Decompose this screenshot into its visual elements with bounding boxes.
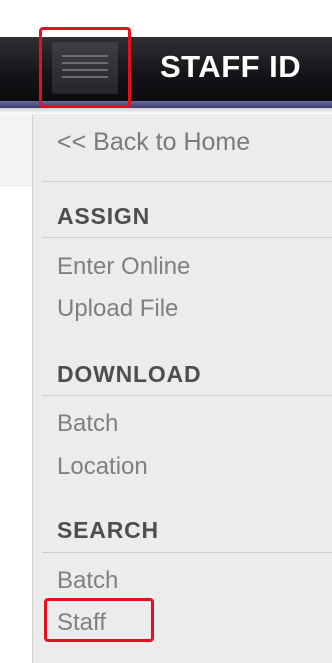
sidebar-divider [42, 395, 332, 396]
sidebar-item-download-batch[interactable]: Batch [57, 410, 118, 438]
sidebar-item-search-batch[interactable]: Batch [57, 567, 118, 595]
sidebar-item-upload-file[interactable]: Upload File [57, 295, 178, 323]
back-to-home-link[interactable]: << Back to Home [57, 128, 250, 157]
menu-button-highlight [39, 27, 131, 108]
section-title-assign: ASSIGN [57, 203, 150, 229]
page-title: STAFF ID [160, 49, 302, 84]
sidebar-left-strip [0, 114, 32, 187]
sidebar-divider [42, 237, 332, 238]
sidebar-item-download-location[interactable]: Location [57, 453, 148, 481]
section-title-download: DOWNLOAD [57, 361, 202, 387]
section-title-search: SEARCH [57, 517, 159, 543]
sidebar-divider [42, 552, 332, 553]
sidebar-item-enter-online[interactable]: Enter Online [57, 253, 190, 281]
sidebar-divider [42, 181, 332, 182]
staff-item-highlight [44, 598, 154, 642]
